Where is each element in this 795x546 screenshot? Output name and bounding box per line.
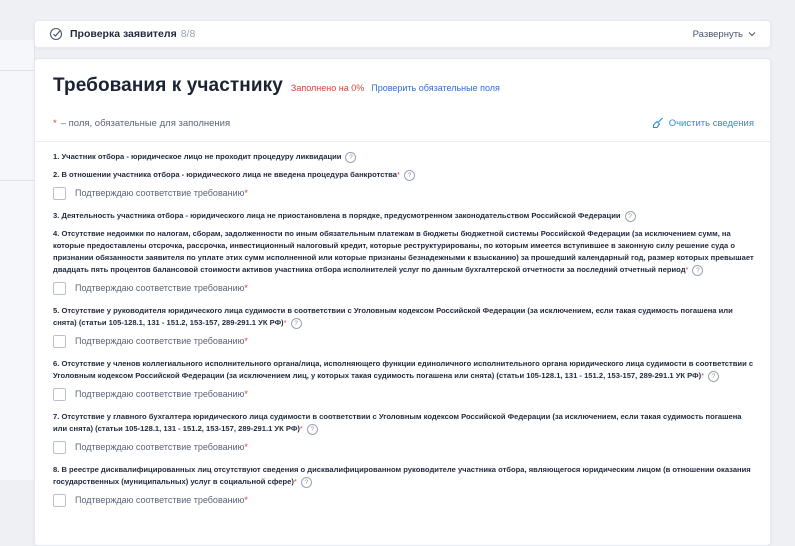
step-title: Проверка заявителя	[70, 28, 177, 40]
requirement-item: 8. В реестре дисквалифицированных лиц от…	[53, 464, 754, 517]
help-icon[interactable]: ?	[403, 169, 415, 181]
requirement-text: 8. В реестре дисквалифицированных лиц от…	[53, 464, 754, 488]
required-star: *	[244, 188, 248, 198]
broom-icon	[652, 117, 663, 129]
confirm-label: Подтверждаю соответствие требованию	[75, 442, 245, 452]
help-icon[interactable]: ?	[345, 151, 357, 163]
confirm-label: Подтверждаю соответствие требованию	[75, 495, 245, 505]
requirement-text: 3. Деятельность участника отбора - юриди…	[53, 210, 754, 222]
required-star: *	[244, 389, 248, 399]
confirm-row[interactable]: Подтверждаю соответствие требованию *	[53, 186, 754, 200]
expand-button[interactable]: Развернуть	[693, 29, 756, 40]
help-icon[interactable]: ?	[624, 210, 636, 222]
help-icon[interactable]: ?	[692, 264, 704, 276]
requirement-item: 7. Отсутствие у главного бухгалтера юрид…	[53, 411, 754, 464]
chevron-down-icon	[748, 32, 756, 37]
step-header[interactable]: Проверка заявителя 8/8 Развернуть	[35, 21, 770, 47]
required-star: *	[396, 170, 400, 179]
requirement-item: 6. Отсутствие у членов коллегиального ис…	[53, 358, 754, 411]
checklist-icon	[49, 27, 63, 41]
page-title: Требования к участнику	[53, 75, 283, 96]
requirement-label: 7. Отсутствие у главного бухгалтера юрид…	[53, 412, 742, 433]
fill-status: Заполнено на 0%	[290, 83, 365, 93]
confirm-row[interactable]: Подтверждаю соответствие требованию *	[53, 387, 754, 401]
confirm-label: Подтверждаю соответствие требованию	[75, 188, 245, 198]
confirm-checkbox[interactable]	[53, 440, 66, 454]
step-count: 8/8	[180, 28, 196, 40]
required-star: *	[283, 318, 287, 327]
clear-data-button[interactable]: Очистить сведения	[652, 117, 754, 129]
requirement-label: 6. Отсутствие у членов коллегиального ис…	[53, 359, 754, 380]
requirement-text: 1. Участник отбора - юридическое лицо не…	[53, 151, 754, 163]
required-star: *	[293, 477, 297, 486]
requirement-text: 7. Отсутствие у главного бухгалтера юрид…	[53, 411, 754, 435]
step-card[interactable]: Проверка заявителя 8/8 Развернуть	[34, 20, 771, 48]
requirement-label: 2. В отношении участника отбора - юридич…	[53, 170, 397, 179]
required-star: *	[53, 117, 57, 129]
check-required-fields-link[interactable]: Проверить обязательные поля	[371, 83, 500, 93]
left-sidebar-strip	[0, 40, 35, 480]
help-icon[interactable]: ?	[708, 370, 720, 382]
required-note-text: – поля, обязательные для заполнения	[60, 117, 231, 129]
required-star: *	[244, 283, 248, 293]
required-star: *	[244, 495, 248, 505]
confirm-label: Подтверждаю соответствие требованию	[75, 336, 245, 346]
expand-label: Развернуть	[692, 28, 743, 40]
confirm-label: Подтверждаю соответствие требованию	[75, 389, 245, 399]
required-star: *	[685, 265, 689, 274]
requirement-item: 3. Деятельность участника отбора - юриди…	[53, 210, 754, 228]
required-note-bar: * – поля, обязательные для заполнения Оч…	[35, 103, 770, 131]
requirement-label: 3. Деятельность участника отбора - юриди…	[53, 211, 621, 220]
requirement-label: 4. Отсутствие недоимки по налогам, сбора…	[53, 229, 754, 274]
confirm-checkbox[interactable]	[53, 334, 66, 348]
confirm-checkbox[interactable]	[53, 493, 66, 507]
sidebar-divider	[0, 180, 34, 181]
requirements-list: 1. Участник отбора - юридическое лицо не…	[35, 142, 770, 517]
requirement-text: 4. Отсутствие недоимки по налогам, сбора…	[53, 228, 754, 276]
requirement-text: 6. Отсутствие у членов коллегиального ис…	[53, 358, 754, 382]
requirements-card: Требования к участнику Заполнено на 0% П…	[34, 58, 771, 546]
sidebar-divider	[0, 70, 34, 71]
clear-data-label: Очистить сведения	[668, 117, 754, 129]
required-star: *	[244, 442, 248, 452]
confirm-row[interactable]: Подтверждаю соответствие требованию *	[53, 493, 754, 507]
requirement-item: 4. Отсутствие недоимки по налогам, сбора…	[53, 228, 754, 305]
confirm-checkbox[interactable]	[53, 186, 66, 200]
confirm-label: Подтверждаю соответствие требованию	[75, 283, 245, 293]
requirement-label: 1. Участник отбора - юридическое лицо не…	[53, 152, 342, 161]
confirm-checkbox[interactable]	[53, 387, 66, 401]
requirement-item: 1. Участник отбора - юридическое лицо не…	[53, 151, 754, 169]
confirm-checkbox[interactable]	[53, 281, 66, 295]
required-star: *	[701, 371, 705, 380]
required-star: *	[244, 336, 248, 346]
confirm-row[interactable]: Подтверждаю соответствие требованию *	[53, 334, 754, 348]
help-icon[interactable]: ?	[306, 423, 318, 435]
confirm-row[interactable]: Подтверждаю соответствие требованию *	[53, 440, 754, 454]
requirement-item: 5. Отсутствие у руководителя юридическог…	[53, 305, 754, 358]
help-icon[interactable]: ?	[290, 317, 302, 329]
help-icon[interactable]: ?	[300, 476, 312, 488]
requirement-label: 5. Отсутствие у руководителя юридическог…	[53, 306, 733, 327]
confirm-row[interactable]: Подтверждаю соответствие требованию *	[53, 281, 754, 295]
requirement-text: 5. Отсутствие у руководителя юридическог…	[53, 305, 754, 329]
requirement-item: 2. В отношении участника отбора - юридич…	[53, 169, 754, 210]
required-star: *	[299, 424, 303, 433]
section-header: Требования к участнику Заполнено на 0% П…	[35, 59, 770, 103]
requirement-text: 2. В отношении участника отбора - юридич…	[53, 169, 754, 181]
requirement-label: 8. В реестре дисквалифицированных лиц от…	[53, 465, 751, 486]
